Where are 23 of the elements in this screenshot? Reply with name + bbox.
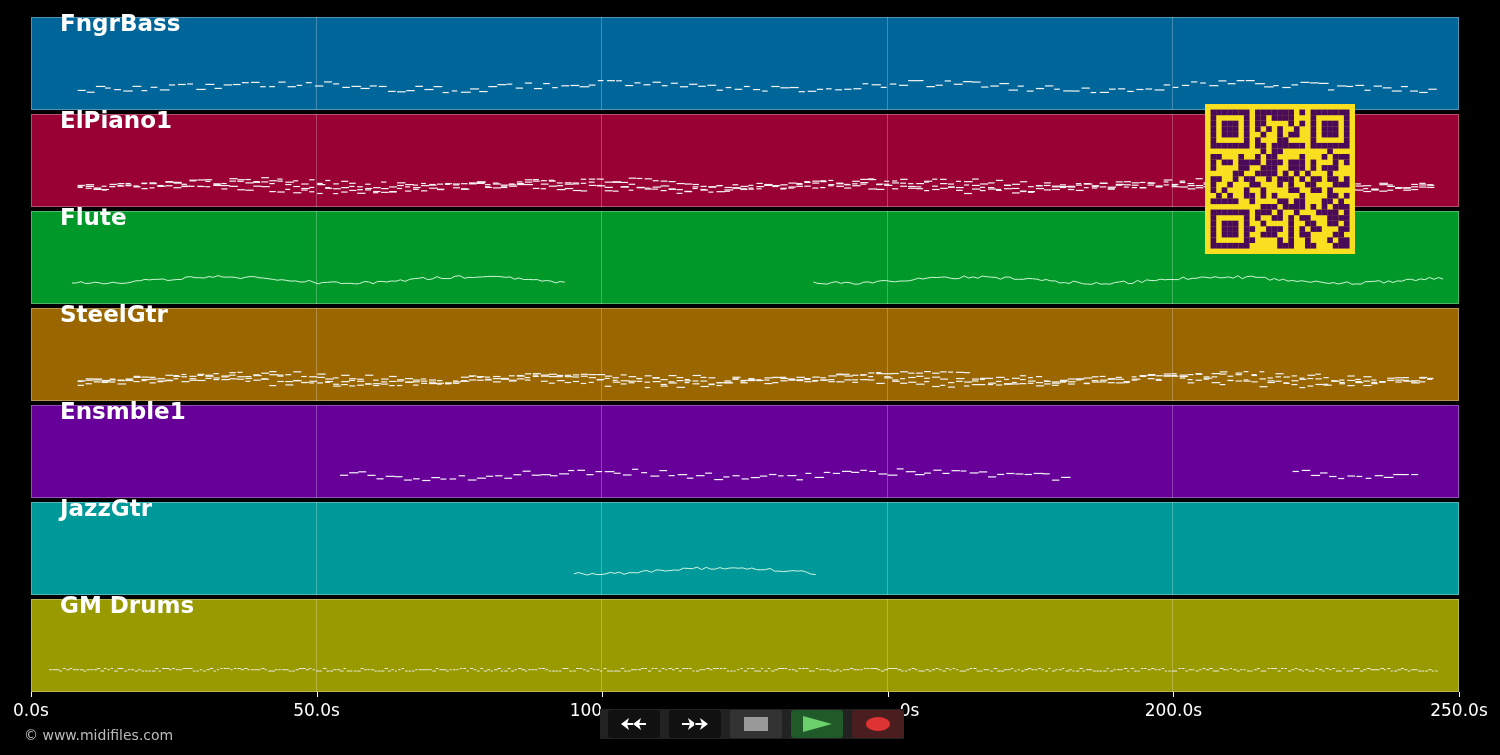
axis-tick-label: 250.0s: [1430, 700, 1488, 720]
axis-tick-label: 200.0s: [1144, 700, 1203, 720]
record-icon: [866, 717, 890, 731]
play-icon: [802, 716, 832, 732]
rewind-button[interactable]: [608, 710, 660, 738]
track-name: Flute: [60, 203, 127, 231]
track-name: FngrBass: [60, 9, 181, 37]
track-name: GM Drums: [60, 591, 195, 619]
axis-tick-label: 100: [569, 700, 603, 720]
track-name: SteelGtr: [60, 300, 168, 328]
track-name: ElPiano1: [60, 106, 173, 134]
fast-forward-icon: [681, 717, 709, 731]
axis-tick-label: 0.0s: [13, 700, 49, 720]
qr-code-icon: [1205, 104, 1355, 254]
track-name: JazzGtr: [60, 494, 153, 522]
axis-tick-label: 50.0s: [293, 700, 340, 720]
play-button[interactable]: [791, 710, 843, 738]
stop-icon: [744, 717, 768, 731]
copyright-text: © www.midifiles.com: [24, 727, 174, 743]
stop-button[interactable]: [730, 710, 782, 738]
fast-forward-button[interactable]: [669, 710, 721, 738]
rewind-icon: [620, 717, 648, 731]
track-name: Ensmble1: [60, 397, 186, 425]
